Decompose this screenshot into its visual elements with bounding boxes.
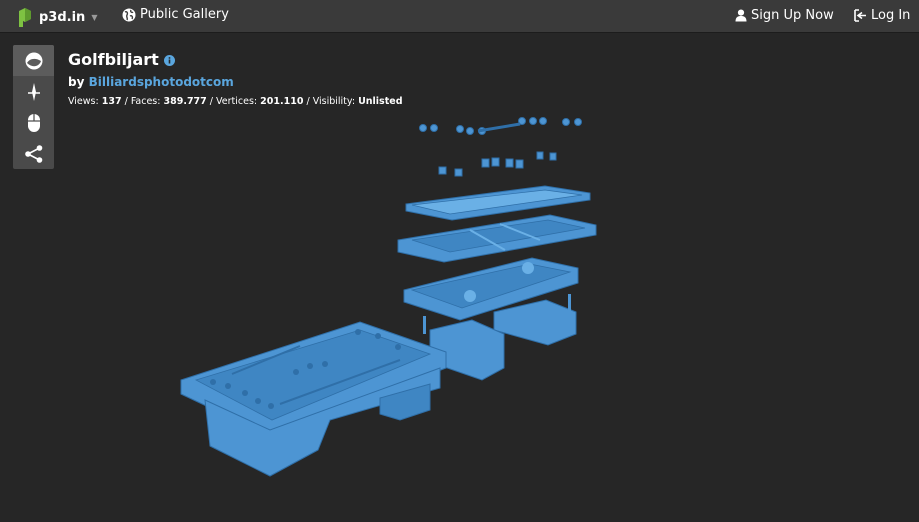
model-title: Golfbiljart (68, 50, 175, 69)
share-tool-button[interactable] (13, 138, 54, 169)
public-gallery-label: Public Gallery (140, 7, 229, 22)
viewer-toolbar (13, 45, 54, 169)
visibility-value: Unlisted (358, 96, 403, 107)
model-part-top-plate (405, 185, 591, 221)
globe-icon (122, 8, 136, 21)
faces-label: Faces: (130, 96, 161, 107)
mouse-icon (27, 113, 40, 132)
model-part-pins (438, 151, 557, 177)
material-icon (25, 52, 42, 69)
brand-name: p3d.in (39, 9, 86, 25)
3d-model-render[interactable] (170, 110, 610, 490)
vertices-value: 201.110 (260, 96, 304, 107)
lighting-tool-button[interactable] (13, 76, 54, 107)
log-in-link[interactable]: Log In (853, 8, 910, 23)
material-tool-button[interactable] (13, 45, 54, 76)
author-link[interactable]: Billiardsphotodotcom (89, 75, 234, 89)
p3d-logo-icon (19, 8, 31, 27)
mouse-tool-button[interactable] (13, 107, 54, 138)
model-part-frame (397, 214, 597, 263)
login-icon (854, 9, 866, 22)
sign-up-label: Sign Up Now (751, 8, 834, 23)
by-label: by (68, 75, 85, 89)
sign-up-link[interactable]: Sign Up Now (735, 8, 834, 23)
views-value: 137 (101, 96, 122, 107)
model-byline: by Billiardsphotodotcom (68, 75, 234, 89)
model-part-balls (419, 117, 582, 135)
vertices-label: Vertices: (216, 96, 258, 107)
model-stats: Views: 137 / Faces: 389.777 / Vertices: … (68, 96, 403, 107)
model-part-table (180, 321, 447, 477)
faces-value: 389.777 (163, 96, 207, 107)
views-label: Views: (68, 96, 99, 107)
user-icon (735, 9, 747, 22)
model-title-text: Golfbiljart (68, 50, 159, 69)
visibility-label: Visibility: (312, 96, 356, 107)
caret-down-icon: ▼ (91, 13, 98, 22)
brand-menu[interactable]: p3d.in ▼ (17, 6, 97, 28)
lighting-icon (27, 82, 40, 101)
top-navigation-bar: p3d.in ▼ Public Gallery Sign Up Now Log … (0, 0, 919, 33)
info-icon[interactable] (163, 55, 175, 66)
share-icon (24, 144, 42, 163)
public-gallery-link[interactable]: Public Gallery (122, 7, 229, 22)
log-in-label: Log In (871, 8, 911, 23)
